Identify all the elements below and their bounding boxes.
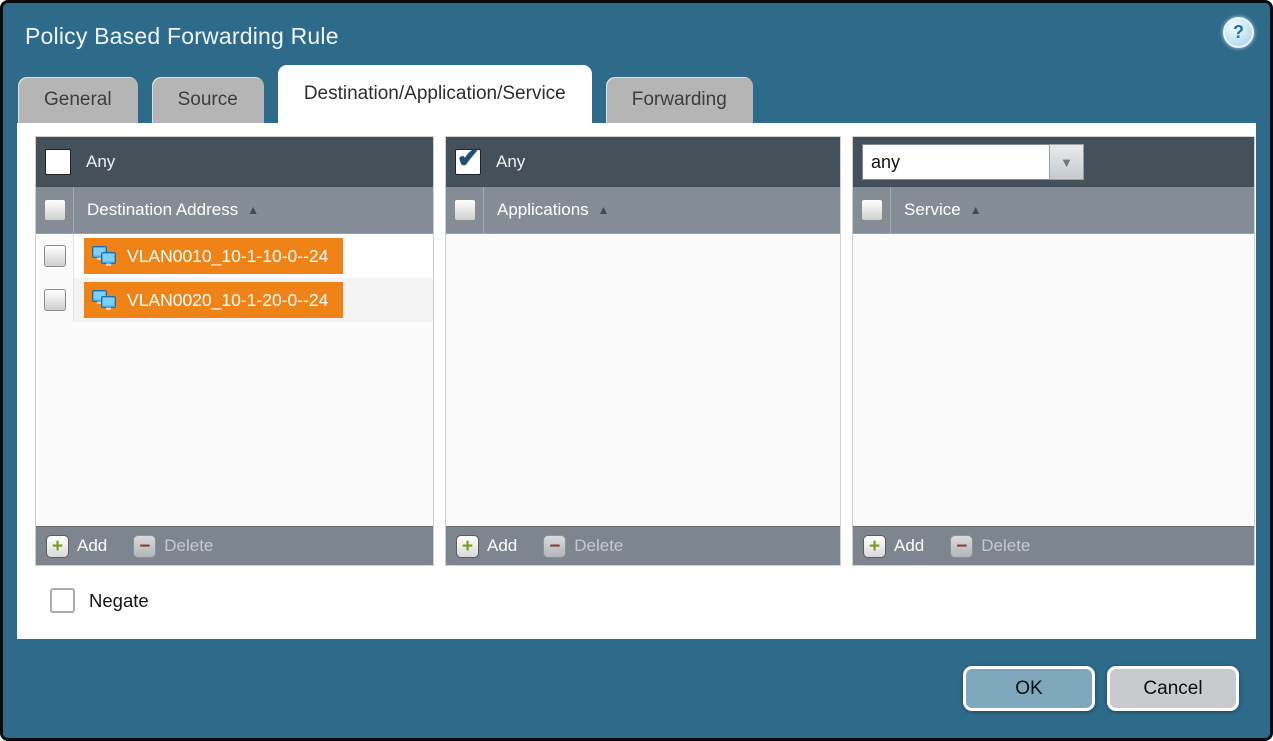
delete-minus-icon: − xyxy=(543,535,566,558)
applications-any-checkbox[interactable]: ✔ xyxy=(455,149,481,175)
cancel-button[interactable]: Cancel xyxy=(1107,666,1239,711)
delete-minus-icon: − xyxy=(133,535,156,558)
sort-asc-icon[interactable]: ▲ xyxy=(247,203,259,217)
applications-add-button[interactable]: + Add xyxy=(456,535,517,558)
applications-any-bar: ✔ Any xyxy=(446,137,840,187)
network-address-icon xyxy=(91,245,118,268)
destination-item-vlan0010[interactable]: VLAN0010_10-1-10-0--24 xyxy=(84,238,343,274)
sort-asc-icon[interactable]: ▲ xyxy=(598,203,610,217)
service-delete-button[interactable]: − Delete xyxy=(950,535,1030,558)
negate-row: Negate xyxy=(50,588,1256,613)
applications-toolbar: + Add − Delete xyxy=(446,526,840,565)
add-plus-icon: + xyxy=(456,535,479,558)
titlebar: Policy Based Forwarding Rule ? xyxy=(3,3,1270,69)
help-icon[interactable]: ? xyxy=(1223,17,1254,48)
chevron-down-icon: ▼ xyxy=(1060,155,1073,170)
service-select-all-checkbox[interactable] xyxy=(861,199,883,221)
help-glyph: ? xyxy=(1233,22,1244,43)
destination-item-label: VLAN0010_10-1-10-0--24 xyxy=(127,246,328,267)
destination-item-vlan0020[interactable]: VLAN0020_10-1-20-0--24 xyxy=(84,282,343,318)
destination-any-bar: ✔ Any xyxy=(36,137,433,187)
destination-list: VLAN0010_10-1-10-0--24 xyxy=(36,234,433,526)
service-header-label[interactable]: Service xyxy=(904,200,961,220)
sort-asc-icon[interactable]: ▲ xyxy=(970,203,982,217)
tab-forwarding[interactable]: Forwarding xyxy=(606,77,753,123)
row-checkbox[interactable] xyxy=(44,245,66,267)
destination-address-panel: ✔ Any Destination Address ▲ xyxy=(35,136,434,566)
destination-any-checkbox[interactable]: ✔ xyxy=(45,149,71,175)
columns-container: ✔ Any Destination Address ▲ xyxy=(17,123,1256,566)
service-dropdown-input[interactable] xyxy=(862,144,1049,180)
applications-list xyxy=(446,234,840,526)
negate-checkbox[interactable] xyxy=(50,588,75,613)
service-dropdown-button[interactable]: ▼ xyxy=(1049,144,1084,180)
dialog-footer: OK Cancel xyxy=(3,639,1270,738)
network-address-icon xyxy=(91,289,118,312)
service-panel: ▼ Service ▲ + Add xyxy=(852,136,1255,566)
applications-any-label: Any xyxy=(496,152,525,172)
tab-general[interactable]: General xyxy=(18,77,138,123)
service-toolbar: + Add − Delete xyxy=(853,526,1254,565)
tab-source[interactable]: Source xyxy=(152,77,264,123)
destination-column-header: Destination Address ▲ xyxy=(36,187,433,234)
destination-toolbar: + Add − Delete xyxy=(36,526,433,565)
applications-panel: ✔ Any Applications ▲ + Add xyxy=(445,136,841,566)
dialog-title: Policy Based Forwarding Rule xyxy=(25,23,339,50)
service-add-button[interactable]: + Add xyxy=(863,535,924,558)
add-plus-icon: + xyxy=(863,535,886,558)
table-row: VLAN0010_10-1-10-0--24 xyxy=(36,234,433,278)
applications-select-all-checkbox[interactable] xyxy=(454,199,476,221)
destination-header-label[interactable]: Destination Address xyxy=(87,200,238,220)
destination-add-button[interactable]: + Add xyxy=(46,535,107,558)
destination-any-label: Any xyxy=(86,152,115,172)
service-combo: ▼ xyxy=(862,144,1084,180)
delete-minus-icon: − xyxy=(950,535,973,558)
applications-column-header: Applications ▲ xyxy=(446,187,840,234)
service-column-header: Service ▲ xyxy=(853,187,1254,234)
applications-delete-button[interactable]: − Delete xyxy=(543,535,623,558)
policy-based-forwarding-dialog: Policy Based Forwarding Rule ? General S… xyxy=(0,0,1273,741)
tab-destination-application-service[interactable]: Destination/Application/Service xyxy=(278,65,592,123)
service-list xyxy=(853,234,1254,526)
ok-button[interactable]: OK xyxy=(963,666,1095,711)
tab-bar: General Source Destination/Application/S… xyxy=(3,69,1270,123)
table-row: VLAN0020_10-1-20-0--24 xyxy=(36,278,433,322)
applications-header-label[interactable]: Applications xyxy=(497,200,589,220)
destination-item-label: VLAN0020_10-1-20-0--24 xyxy=(127,290,328,311)
add-plus-icon: + xyxy=(46,535,69,558)
tab-content: ✔ Any Destination Address ▲ xyxy=(17,123,1256,645)
destination-select-all-checkbox[interactable] xyxy=(44,199,66,221)
destination-delete-button[interactable]: − Delete xyxy=(133,535,213,558)
negate-label: Negate xyxy=(89,590,149,612)
service-dropdown-bar: ▼ xyxy=(853,137,1254,187)
row-checkbox[interactable] xyxy=(44,289,66,311)
